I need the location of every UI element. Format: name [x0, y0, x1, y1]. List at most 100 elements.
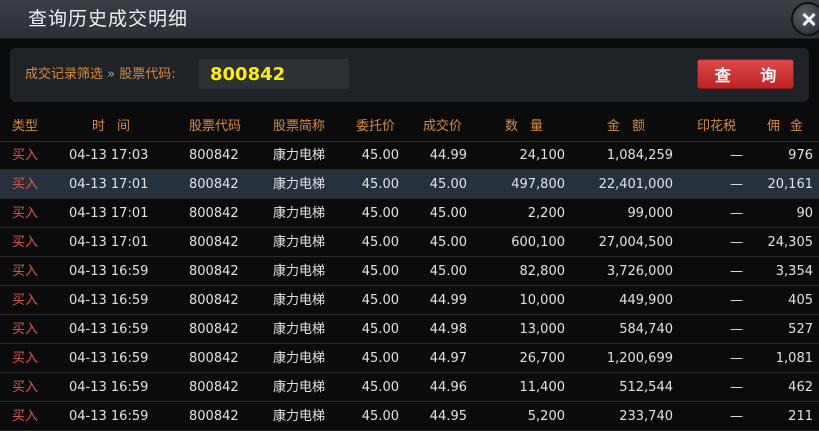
cell-trade-time: 04-13 16:59 — [69, 293, 149, 308]
cell-stamp-tax: — — [730, 177, 743, 192]
cell-order-price: 45.00 — [361, 380, 399, 395]
table-row[interactable]: 买入 04-13 17:03 800842 康力电梯 45.00 44.99 24,100 1… — [0, 141, 819, 170]
table-row[interactable]: 买入 04-13 16:59 800842 康力电梯 45.00 44.98 13,000 5… — [0, 315, 819, 344]
cell-deal-price: 44.97 — [429, 351, 467, 366]
cell-commission: 211 — [788, 409, 813, 424]
cell-trade-time: 04-13 17:01 — [69, 177, 149, 192]
trade-table-body: 买入 04-13 17:03 800842 康力电梯 45.00 44.99 24,100 1… — [0, 141, 819, 431]
cell-stock-name: 康力电梯 — [273, 177, 326, 192]
cell-order-price: 45.00 — [361, 351, 399, 366]
cell-commission: 3,354 — [775, 264, 813, 279]
cell-quantity: 600,100 — [511, 235, 565, 250]
stock-code-input[interactable] — [199, 59, 349, 89]
cell-deal-price: 44.95 — [429, 409, 467, 424]
cell-commission: 1,081 — [775, 351, 813, 366]
table-row[interactable]: 买入 04-13 16:59 800842 康力电梯 45.00 44.95 5,200 23… — [0, 402, 819, 431]
cell-stamp-tax: — — [730, 264, 743, 279]
cell-amount: 584,740 — [619, 322, 673, 337]
cell-stamp-tax: — — [730, 206, 743, 221]
cell-order-price: 45.00 — [361, 206, 399, 221]
cell-deal-price: 45.00 — [429, 264, 467, 279]
cell-quantity: 82,800 — [519, 264, 566, 279]
cell-trade-type: 买入 — [12, 293, 39, 308]
column-header-type[interactable]: 类型 — [12, 118, 38, 136]
table-row[interactable]: 买入 04-13 17:01 800842 康力电梯 45.00 45.00 2,200 99… — [0, 199, 819, 228]
cell-quantity: 13,000 — [519, 322, 566, 337]
table-row[interactable]: 买入 04-13 16:59 800842 康力电梯 45.00 44.97 26,700 1… — [0, 344, 819, 373]
column-header-code[interactable]: 股票代码 — [189, 118, 241, 136]
cell-deal-price: 45.00 — [429, 177, 467, 192]
cell-stock-code: 800842 — [189, 351, 239, 366]
cell-stock-name: 康力电梯 — [273, 264, 326, 279]
cell-stock-name: 康力电梯 — [273, 322, 326, 337]
cell-stock-code: 800842 — [189, 235, 239, 250]
cell-stamp-tax: — — [730, 409, 743, 424]
cell-stock-code: 800842 — [189, 409, 239, 424]
cell-stock-name: 康力电梯 — [273, 293, 326, 308]
filter-panel: 成交记录筛选 » 股票代码: 查 询 — [10, 48, 809, 102]
column-header-time[interactable]: 时间 — [92, 118, 142, 136]
column-header-name[interactable]: 股票简称 — [273, 118, 325, 136]
cell-stamp-tax: — — [730, 148, 743, 163]
cell-trade-type: 买入 — [12, 380, 39, 395]
cell-amount: 449,900 — [619, 293, 673, 308]
table-row[interactable]: 买入 04-13 17:01 800842 康力电梯 45.00 45.00 600,100… — [0, 228, 819, 257]
cell-trade-time: 04-13 17:03 — [69, 148, 149, 163]
cell-trade-time: 04-13 16:59 — [69, 409, 149, 424]
column-header-deal-price[interactable]: 成交价 — [423, 118, 462, 136]
cell-stock-name: 康力电梯 — [273, 380, 326, 395]
cell-trade-time: 04-13 17:01 — [69, 235, 149, 250]
cell-stamp-tax: — — [730, 351, 743, 366]
cell-quantity: 497,800 — [511, 177, 565, 192]
cell-stock-name: 康力电梯 — [273, 235, 326, 250]
cell-amount: 27,004,500 — [598, 235, 673, 250]
cell-stock-code: 800842 — [189, 177, 239, 192]
cell-stock-name: 康力电梯 — [273, 409, 326, 424]
cell-order-price: 45.00 — [361, 293, 399, 308]
breadcrumb-separator: » — [103, 67, 120, 82]
cell-stock-code: 800842 — [189, 148, 239, 163]
column-header-quantity[interactable]: 数量 — [505, 118, 555, 136]
table-row[interactable]: 买入 04-13 16:59 800842 康力电梯 45.00 45.00 82,800 3… — [0, 257, 819, 286]
cell-amount: 512,544 — [619, 380, 673, 395]
column-header-order-price[interactable]: 委托价 — [356, 118, 395, 136]
cell-stamp-tax: — — [730, 293, 743, 308]
cell-deal-price: 45.00 — [429, 235, 467, 250]
cell-commission: 976 — [788, 148, 813, 163]
cell-stamp-tax: — — [730, 322, 743, 337]
cell-amount: 233,740 — [619, 409, 673, 424]
close-icon[interactable] — [791, 2, 819, 36]
cell-commission: 24,305 — [767, 235, 814, 250]
cell-trade-type: 买入 — [12, 177, 39, 192]
cell-stock-name: 康力电梯 — [273, 148, 326, 163]
column-header-commission[interactable]: 佣金 — [767, 118, 813, 136]
cell-commission: 527 — [788, 322, 813, 337]
cell-stock-name: 康力电梯 — [273, 351, 326, 366]
cell-amount: 3,726,000 — [606, 264, 673, 279]
cell-trade-time: 04-13 16:59 — [69, 322, 149, 337]
cell-deal-price: 44.99 — [429, 293, 467, 308]
cell-amount: 1,200,699 — [606, 351, 673, 366]
table-header: 类型 时间 股票代码 股票简称 委托价 成交价 数量 金额 印花税 佣金 — [0, 112, 819, 142]
cell-stock-name: 康力电梯 — [273, 206, 326, 221]
cell-stock-code: 800842 — [189, 380, 239, 395]
cell-quantity: 11,400 — [519, 380, 566, 395]
table-row[interactable]: 买入 04-13 16:59 800842 康力电梯 45.00 44.96 11,400 5… — [0, 373, 819, 402]
column-header-stamp-tax[interactable]: 印花税 — [697, 118, 736, 136]
table-row[interactable]: 买入 04-13 16:59 800842 康力电梯 45.00 44.99 10,000 4… — [0, 286, 819, 315]
title-bar: 查询历史成交明细 — [0, 0, 819, 39]
cell-stock-code: 800842 — [189, 206, 239, 221]
table-row[interactable]: 买入 04-13 17:01 800842 康力电梯 45.00 45.00 497,800… — [0, 170, 819, 199]
cell-stock-code: 800842 — [189, 322, 239, 337]
cell-trade-time: 04-13 16:59 — [69, 351, 149, 366]
window-title: 查询历史成交明细 — [28, 8, 189, 30]
cell-quantity: 5,200 — [527, 409, 565, 424]
column-header-amount[interactable]: 金额 — [607, 118, 657, 136]
cell-deal-price: 44.99 — [429, 148, 467, 163]
cell-trade-type: 买入 — [12, 206, 39, 221]
cell-commission: 90 — [796, 206, 813, 221]
cell-trade-type: 买入 — [12, 148, 39, 163]
query-button[interactable]: 查 询 — [697, 59, 794, 89]
cell-order-price: 45.00 — [361, 264, 399, 279]
cell-quantity: 26,700 — [519, 351, 566, 366]
